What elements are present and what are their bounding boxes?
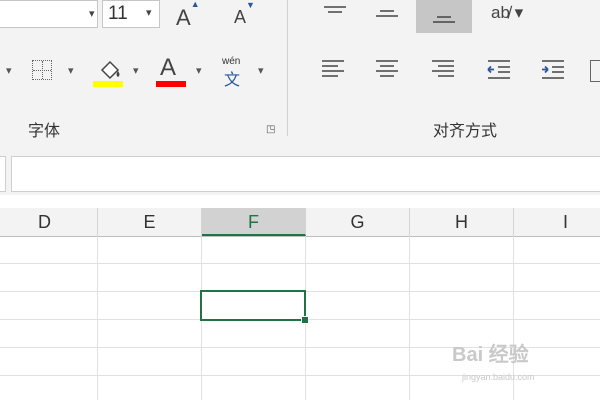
fill-handle[interactable] xyxy=(301,316,309,324)
chevron-down-icon[interactable]: ▾ xyxy=(89,7,95,20)
column-header-h[interactable]: H xyxy=(410,208,514,236)
align-right-button[interactable] xyxy=(426,58,460,82)
dialog-launcher-icon[interactable]: ◳ xyxy=(266,124,275,135)
column-header-f[interactable]: F xyxy=(202,208,306,236)
align-left-button[interactable] xyxy=(316,58,350,82)
font-name-box[interactable]: ▾ xyxy=(0,0,98,28)
borders-icon[interactable] xyxy=(32,60,52,80)
fill-color-swatch xyxy=(93,81,123,87)
alignment-group-label: 对齐方式 xyxy=(433,123,498,140)
top-align-button[interactable] xyxy=(318,2,352,26)
phonetic-guide-button[interactable]: 文 xyxy=(224,66,240,90)
gridline xyxy=(0,263,600,264)
font-group-label: 字体 xyxy=(28,123,61,140)
font-color-swatch xyxy=(156,81,186,87)
chevron-down-icon[interactable]: ▾ xyxy=(146,6,152,19)
column-header-row: D E F G H I xyxy=(0,208,600,237)
group-divider xyxy=(287,0,288,136)
orientation-button[interactable]: ab̸ ▾ xyxy=(491,3,523,23)
selected-cell[interactable] xyxy=(200,290,306,321)
formula-input[interactable] xyxy=(11,156,600,192)
merge-center-icon[interactable] xyxy=(590,60,600,82)
column-header-d[interactable]: D xyxy=(0,208,98,236)
align-center-button[interactable] xyxy=(370,58,404,82)
column-header-g[interactable]: G xyxy=(306,208,410,236)
chevron-down-icon[interactable]: ▾ xyxy=(133,64,139,77)
decrease-font-size-button[interactable]: A▼ xyxy=(234,0,255,28)
column-header-i[interactable]: I xyxy=(514,208,600,236)
chevron-down-icon[interactable]: ▾ xyxy=(68,64,74,77)
column-header-e[interactable]: E xyxy=(98,208,202,236)
increase-indent-button[interactable] xyxy=(536,58,570,82)
watermark-url: jingyan.baidu.com xyxy=(462,372,535,382)
bottom-align-button[interactable] xyxy=(416,0,472,33)
watermark-logo: Bai 经验 xyxy=(452,344,529,366)
chevron-down-icon[interactable]: ▾ xyxy=(196,64,202,77)
increase-font-size-button[interactable]: A▲ xyxy=(176,0,200,31)
ribbon: ▾ 11 ▾ A▲ A▼ ▾ ▾ ▾ A ▾ wén 文 ▾ 字体 ◳ ab̸ … xyxy=(0,0,600,142)
chevron-down-icon[interactable]: ▾ xyxy=(258,64,264,77)
chevron-down-icon[interactable]: ▾ xyxy=(6,64,12,77)
font-size-value: 11 xyxy=(108,3,128,24)
font-color-button[interactable]: A xyxy=(160,54,176,82)
decrease-indent-button[interactable] xyxy=(482,58,516,82)
name-box[interactable] xyxy=(0,156,6,192)
middle-align-button[interactable] xyxy=(370,2,404,26)
